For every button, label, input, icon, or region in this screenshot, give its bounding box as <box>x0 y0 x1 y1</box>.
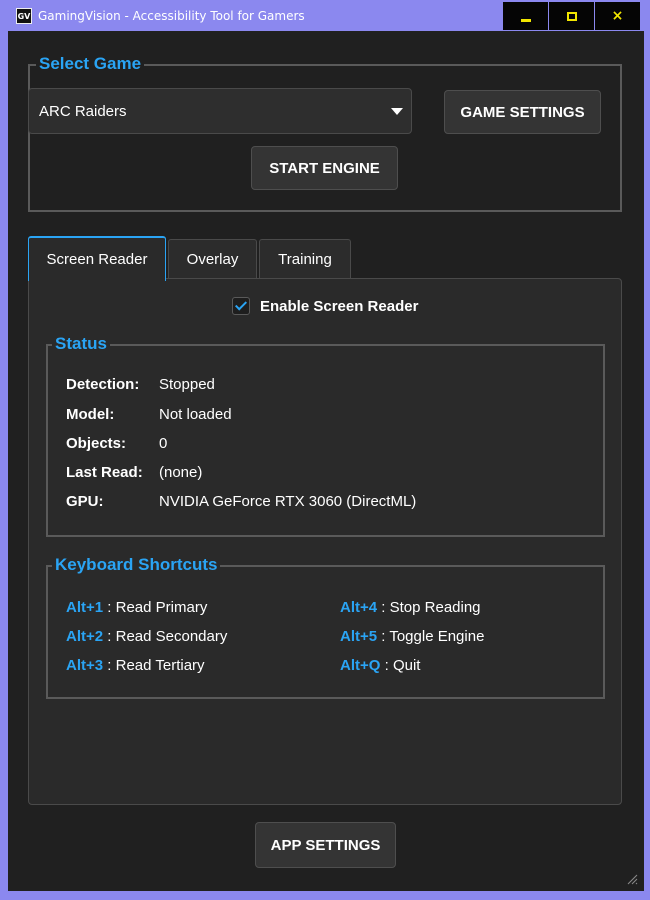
shortcut-key: Alt+3 <box>66 657 104 674</box>
shortcut-item: Alt+2 : Read Secondary <box>66 628 227 645</box>
shortcut-action: Quit <box>392 657 421 674</box>
status-value: 0 <box>159 435 168 452</box>
shortcut-action: Read Tertiary <box>115 657 205 674</box>
shortcut-item: Alt+4 : Stop Reading <box>340 599 481 616</box>
chevron-down-icon <box>391 108 403 115</box>
tab-training[interactable]: Training <box>259 239 351 279</box>
shortcut-separator: : <box>103 657 116 674</box>
status-value: Not loaded <box>159 406 232 423</box>
status-key: Model: <box>66 406 115 423</box>
shortcut-item: Alt+1 : Read Primary <box>66 599 207 616</box>
maximize-button[interactable] <box>548 2 594 30</box>
enable-screen-reader-label: Enable Screen Reader <box>260 297 419 315</box>
select-game-title: Select Game <box>36 54 145 74</box>
enable-screen-reader-checkbox[interactable] <box>232 297 250 315</box>
shortcut-item: Alt+Q : Quit <box>340 657 420 674</box>
start-engine-button[interactable]: START ENGINE <box>251 146 398 190</box>
window-controls: × <box>502 2 640 30</box>
shortcut-separator: : <box>103 628 116 645</box>
status-key: GPU: <box>66 493 104 510</box>
shortcut-separator: : <box>380 657 393 674</box>
shortcut-action: Stop Reading <box>389 599 481 616</box>
resize-grip-icon[interactable] <box>626 873 638 885</box>
tab-screen-reader[interactable]: Screen Reader <box>28 236 166 281</box>
status-value: (none) <box>159 464 203 481</box>
minimize-button[interactable] <box>502 2 548 30</box>
shortcut-key: Alt+2 <box>66 628 104 645</box>
shortcut-action: Toggle Engine <box>389 628 485 645</box>
shortcut-item: Alt+5 : Toggle Engine <box>340 628 484 645</box>
status-key: Detection: <box>66 376 140 393</box>
shortcut-separator: : <box>377 628 390 645</box>
screen-reader-panel: Enable Screen Reader Status Detection: S… <box>28 278 622 805</box>
game-dropdown[interactable]: ARC Raiders <box>28 88 412 134</box>
app-settings-button[interactable]: APP SETTINGS <box>255 822 396 868</box>
keyboard-shortcuts-group: Keyboard Shortcuts Alt+1 : Read Primary … <box>46 555 605 699</box>
shortcut-action: Read Primary <box>115 599 208 616</box>
shortcut-separator: : <box>103 599 116 616</box>
main-content: Select Game ARC Raiders GAME SETTINGS ST… <box>8 31 644 891</box>
tab-overlay[interactable]: Overlay <box>168 239 257 279</box>
game-dropdown-value: ARC Raiders <box>39 103 127 120</box>
app-window: GV GamingVision - Accessibility Tool for… <box>0 0 650 900</box>
maximize-icon <box>566 11 577 21</box>
minimize-icon <box>520 18 531 22</box>
shortcut-key: Alt+Q <box>340 657 381 674</box>
shortcut-key: Alt+4 <box>340 599 378 616</box>
status-value: NVIDIA GeForce RTX 3060 (DirectML) <box>159 493 417 510</box>
status-key: Objects: <box>66 435 127 452</box>
enable-screen-reader-row[interactable]: Enable Screen Reader <box>232 297 418 315</box>
shortcut-separator: : <box>377 599 390 616</box>
game-settings-button[interactable]: GAME SETTINGS <box>444 90 601 134</box>
status-value: Stopped <box>159 376 215 393</box>
status-group: Status Detection: Stopped Model: Not loa… <box>46 334 605 537</box>
app-logo-icon: GV <box>16 8 32 24</box>
status-key: Last Read: <box>66 464 143 481</box>
shortcut-action: Read Secondary <box>115 628 228 645</box>
keyboard-shortcuts-title: Keyboard Shortcuts <box>52 555 221 575</box>
close-icon: × <box>611 8 624 24</box>
window-title: GamingVision - Accessibility Tool for Ga… <box>38 9 305 23</box>
shortcut-item: Alt+3 : Read Tertiary <box>66 657 205 674</box>
status-title: Status <box>52 334 110 354</box>
close-button[interactable]: × <box>594 2 640 30</box>
title-bar[interactable]: GV GamingVision - Accessibility Tool for… <box>8 2 644 30</box>
shortcut-key: Alt+5 <box>340 628 378 645</box>
shortcut-key: Alt+1 <box>66 599 104 616</box>
checkmark-icon <box>234 298 248 311</box>
